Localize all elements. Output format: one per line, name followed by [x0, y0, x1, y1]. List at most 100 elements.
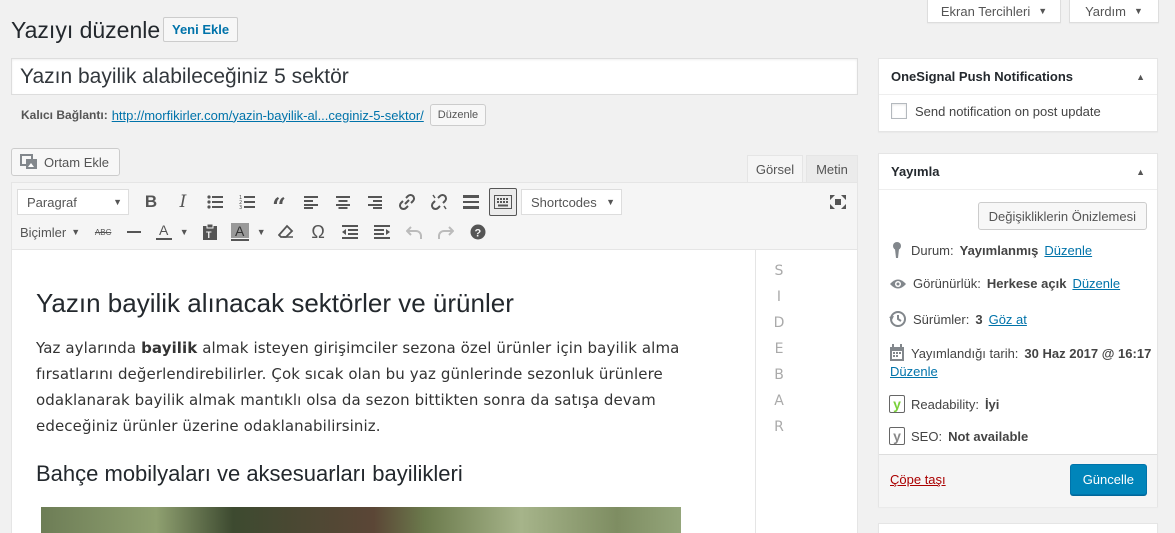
caret-down-icon: ▼ [606, 197, 615, 207]
content-image[interactable] [41, 507, 681, 533]
revisions-label: Sürümler: [913, 311, 970, 327]
screen-options-button[interactable]: Ekran Tercihleri ▼ [927, 0, 1061, 23]
onesignal-checkbox-label: Send notification on post update [915, 103, 1101, 119]
redo-icon[interactable] [432, 218, 460, 246]
italic-icon[interactable]: I [169, 188, 197, 216]
toolbar-toggle-icon[interactable] [489, 188, 517, 216]
add-media-button[interactable]: Ortam Ekle [11, 148, 121, 176]
permalink-url[interactable]: http://morfikirler.com/yazin-bayilik-al.… [112, 108, 424, 123]
status-label: Durum: [911, 242, 954, 258]
sidebar-letter: B [774, 367, 784, 383]
tab-visual[interactable]: Görsel [747, 155, 803, 183]
sidebar-letter: I [776, 289, 782, 305]
horizontal-line-icon[interactable] [120, 218, 148, 246]
svg-text:A: A [159, 223, 169, 238]
bold-icon[interactable]: B [137, 188, 165, 216]
readability-value: İyi [984, 396, 1000, 412]
move-to-trash-link[interactable]: Çöpe taşı [890, 472, 946, 487]
unlink-icon[interactable] [425, 188, 453, 216]
caret-down-icon: ▼ [113, 197, 122, 207]
eye-icon [890, 279, 906, 288]
date-edit-link[interactable]: Düzenle [890, 364, 938, 379]
caret-down-icon: ▼ [256, 227, 266, 237]
background-color-button[interactable]: A ▼ [228, 218, 268, 246]
next-postbox [878, 523, 1158, 533]
editor-toolbar: Paragraf ▼ B I 123 “ Shortcodes ▼ Biçiml… [12, 183, 857, 250]
status-row: Durum: Yayımlanmış Düzenle [889, 241, 1092, 259]
sidebar-letter: A [774, 393, 784, 409]
help-label: Yardım [1085, 3, 1126, 19]
read-more-icon[interactable] [457, 188, 485, 216]
align-center-icon[interactable] [329, 188, 357, 216]
align-left-icon[interactable] [297, 188, 325, 216]
fullscreen-icon[interactable] [824, 188, 852, 216]
readability-label: Readability: [911, 396, 979, 412]
yoast-seo-icon: y [889, 427, 905, 445]
permalink-edit-button[interactable]: Düzenle [429, 104, 487, 126]
sidebar-letter: E [774, 341, 784, 357]
numbered-list-icon[interactable]: 123 [233, 188, 261, 216]
indent-icon[interactable] [368, 218, 396, 246]
blockquote-icon[interactable]: “ [265, 188, 293, 221]
onesignal-option[interactable]: Send notification on post update [891, 103, 1101, 119]
styles-dropdown[interactable]: Biçimler ▼ [17, 225, 80, 240]
onesignal-header[interactable]: OneSignal Push Notifications ▲ [879, 59, 1157, 95]
collapse-icon[interactable]: ▲ [1136, 72, 1145, 82]
revisions-row: Sürümler: 3 Göz at [889, 310, 1027, 328]
content-subheading: Bahçe mobilyaları ve aksesuarları bayili… [36, 461, 463, 486]
caret-down-icon: ▼ [1038, 6, 1048, 16]
undo-icon[interactable] [400, 218, 428, 246]
help-icon[interactable]: ? [464, 218, 492, 246]
clear-formatting-icon[interactable] [272, 218, 300, 246]
special-character-icon[interactable]: Ω [304, 218, 332, 246]
text-color-button[interactable]: A ▼ [152, 218, 192, 246]
permalink: Kalıcı Bağlantı: http://morfikirler.com/… [21, 104, 487, 126]
shortcodes-select[interactable]: Shortcodes ▼ [521, 189, 622, 215]
date-row: Yayımlandığı tarih: 30 Haz 2017 @ 16:17 [889, 344, 1151, 362]
publish-header[interactable]: Yayımla ▲ [879, 154, 1157, 190]
help-button[interactable]: Yardım ▼ [1069, 0, 1159, 23]
update-button[interactable]: Güncelle [1069, 464, 1147, 495]
add-new-button[interactable]: Yeni Ekle [163, 17, 239, 42]
onesignal-checkbox[interactable] [891, 103, 907, 119]
format-select-value: Paragraf [27, 194, 77, 210]
date-value: 30 Haz 2017 @ 16:17 [1024, 345, 1152, 361]
seo-row: y SEO: Not available [889, 427, 1028, 445]
visibility-row: Görünürlük: Herkese açık Düzenle [889, 276, 1120, 291]
paste-as-text-icon[interactable]: T [196, 218, 224, 246]
date-label: Yayımlandığı tarih: [911, 345, 1019, 361]
media-icon [20, 154, 37, 169]
revisions-icon [889, 311, 906, 327]
format-select[interactable]: Paragraf ▼ [17, 189, 129, 215]
post-title-input[interactable]: Yazın bayilik alabileceğiniz 5 sektör [11, 58, 858, 95]
link-icon[interactable] [393, 188, 421, 216]
visibility-label: Görünürlük: [913, 276, 981, 291]
tab-text[interactable]: Metin [806, 155, 858, 183]
status-edit-link[interactable]: Düzenle [1044, 243, 1092, 258]
sidebar-letter: D [773, 315, 785, 331]
page-title: Yazıyı düzenle [11, 17, 161, 43]
visibility-value: Herkese açık [986, 276, 1067, 291]
visibility-edit-link[interactable]: Düzenle [1072, 276, 1120, 291]
sidebar-letter: S [774, 263, 784, 279]
preview-changes-button[interactable]: Değişikliklerin Önizlemesi [977, 202, 1147, 230]
styles-label: Biçimler [20, 224, 67, 240]
onesignal-title: OneSignal Push Notifications [891, 69, 1074, 84]
add-media-label: Ortam Ekle [44, 154, 110, 170]
content-paragraph: Yaz aylarında bayilik almak isteyen giri… [36, 339, 680, 435]
editor-content[interactable]: Yazın bayilik alınacak sektörler ve ürün… [12, 250, 755, 533]
seo-label: SEO: [911, 428, 943, 444]
collapse-icon[interactable]: ▲ [1136, 167, 1145, 177]
svg-text:3: 3 [239, 205, 242, 209]
sidebar-strip: S I D E B A R [755, 250, 857, 533]
align-right-icon[interactable] [361, 188, 389, 216]
revisions-value: 3 [975, 311, 983, 327]
permalink-label: Kalıcı Bağlantı: [21, 108, 108, 122]
status-value: Yayımlanmış [959, 242, 1039, 258]
caret-down-icon: ▼ [179, 227, 189, 237]
outdent-icon[interactable] [336, 218, 364, 246]
editor: Paragraf ▼ B I 123 “ Shortcodes ▼ Biçiml… [11, 182, 858, 533]
strikethrough-icon[interactable]: ABC [90, 218, 116, 246]
bullet-list-icon[interactable] [201, 188, 229, 216]
revisions-browse-link[interactable]: Göz at [989, 312, 1027, 327]
